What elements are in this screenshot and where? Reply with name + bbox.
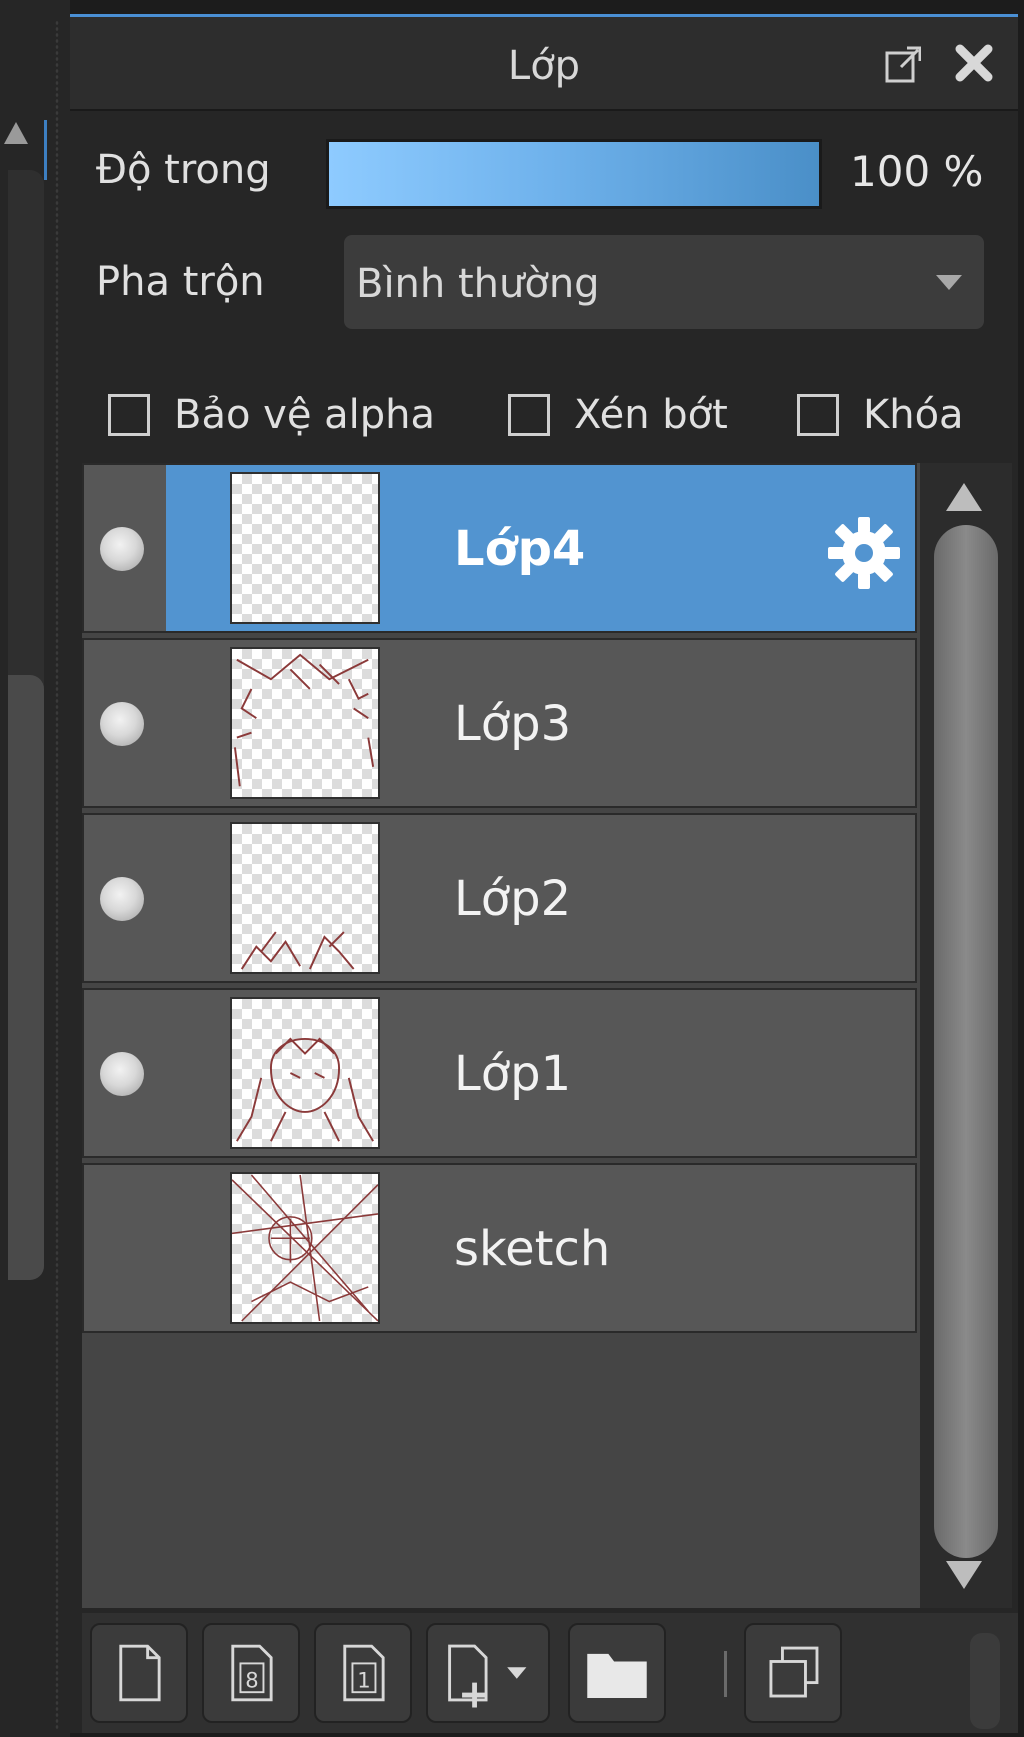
scroll-up-icon[interactable] — [946, 483, 982, 511]
layer-toolbar: 8 1 — [82, 1613, 1018, 1733]
layer-row[interactable]: Lớp4 — [82, 463, 917, 633]
adjacent-scroll-thumb[interactable] — [8, 675, 44, 1280]
visibility-column[interactable] — [84, 640, 166, 806]
duplicate-layer-icon — [769, 1646, 819, 1698]
visibility-column[interactable] — [84, 990, 166, 1156]
alpha-protect-label: Bảo vệ alpha — [174, 392, 436, 438]
layer-thumbnail — [230, 997, 380, 1149]
layer-thumbnail — [230, 647, 380, 799]
panel-splitter[interactable] — [55, 20, 59, 1730]
checkbox-box[interactable] — [508, 394, 550, 436]
gear-icon[interactable] — [824, 513, 904, 593]
layer-row[interactable]: Lớp3 — [82, 638, 917, 808]
layer-list: Lớp4 Lớp3 Lớp2 Lớp1 sketch — [82, 463, 922, 1608]
new-1bit-layer-button[interactable]: 1 — [314, 1623, 412, 1723]
toolbar-overflow-handle[interactable] — [970, 1633, 1000, 1729]
popout-icon[interactable] — [885, 45, 921, 83]
visibility-dot-icon[interactable] — [100, 877, 144, 921]
close-icon[interactable] — [952, 41, 996, 85]
new-folder-button[interactable] — [568, 1623, 666, 1723]
layer-name: Lớp2 — [454, 871, 572, 927]
panel-titlebar: Lớp — [70, 17, 1018, 111]
svg-text:1: 1 — [357, 1667, 370, 1692]
new-8bit-layer-icon: 8 — [231, 1644, 273, 1702]
visibility-column[interactable] — [84, 465, 166, 631]
lock-label: Khóa — [863, 392, 964, 438]
layer-thumbnail — [230, 472, 380, 624]
opacity-value: 100 % — [850, 147, 984, 196]
adjacent-focus-edge — [44, 120, 47, 180]
layer-name: sketch — [454, 1221, 611, 1277]
visibility-column[interactable] — [84, 815, 166, 981]
scroll-down-icon[interactable] — [946, 1561, 982, 1589]
chevron-down-icon — [936, 275, 962, 290]
lock-checkbox[interactable]: Khóa — [797, 392, 964, 438]
svg-text:8: 8 — [245, 1667, 258, 1692]
visibility-dot-icon[interactable] — [100, 527, 144, 571]
opacity-label: Độ trong — [96, 147, 271, 193]
adjacent-scroll-up-icon[interactable] — [4, 122, 28, 144]
panel-title: Lớp — [507, 43, 581, 89]
layer-name: Lớp4 — [454, 521, 586, 577]
duplicate-layer-button[interactable] — [744, 1623, 842, 1723]
layer-name: Lớp3 — [454, 696, 572, 752]
layer-panel: Lớp Độ trong 100 % Pha trộn Bình thường … — [70, 14, 1018, 1733]
layer-row[interactable]: Lớp1 — [82, 988, 917, 1158]
scroll-thumb[interactable] — [934, 525, 998, 1558]
opacity-slider[interactable] — [326, 139, 822, 209]
thumbnail-drawing — [233, 653, 375, 787]
clip-checkbox[interactable]: Xén bớt — [508, 392, 728, 438]
new-layer-icon — [119, 1644, 161, 1702]
alpha-protect-checkbox[interactable]: Bảo vệ alpha — [108, 392, 435, 438]
layer-row[interactable]: Lớp2 — [82, 813, 917, 983]
thumbnail-drawing — [232, 1174, 378, 1322]
add-layer-menu-button[interactable] — [426, 1623, 550, 1723]
visibility-dot-icon[interactable] — [100, 1052, 144, 1096]
layer-row[interactable]: sketch — [82, 1163, 917, 1333]
blend-mode-select[interactable]: Bình thường — [344, 235, 984, 329]
visibility-dot-icon[interactable] — [100, 702, 144, 746]
new-8bit-layer-button[interactable]: 8 — [202, 1623, 300, 1723]
add-layer-menu-icon — [448, 1644, 527, 1708]
thumbnail-drawing — [240, 931, 355, 970]
toolbar-separator — [724, 1651, 727, 1697]
clip-label: Xén bớt — [574, 392, 728, 438]
blend-mode-value: Bình thường — [356, 261, 600, 307]
new-folder-icon — [587, 1653, 647, 1698]
checkbox-box[interactable] — [108, 394, 150, 436]
visibility-column[interactable] — [84, 1165, 166, 1331]
thumbnail-drawing — [236, 1037, 374, 1142]
layer-thumbnail — [230, 822, 380, 974]
layer-thumbnail — [230, 1172, 380, 1324]
checkbox-box[interactable] — [797, 394, 839, 436]
adjacent-panel-edge — [0, 0, 70, 1737]
new-1bit-layer-icon: 1 — [343, 1644, 385, 1702]
blend-label: Pha trộn — [96, 259, 265, 305]
layer-name: Lớp1 — [454, 1046, 572, 1102]
layer-list-scrollbar[interactable] — [920, 463, 1012, 1608]
new-layer-button[interactable] — [90, 1623, 188, 1723]
